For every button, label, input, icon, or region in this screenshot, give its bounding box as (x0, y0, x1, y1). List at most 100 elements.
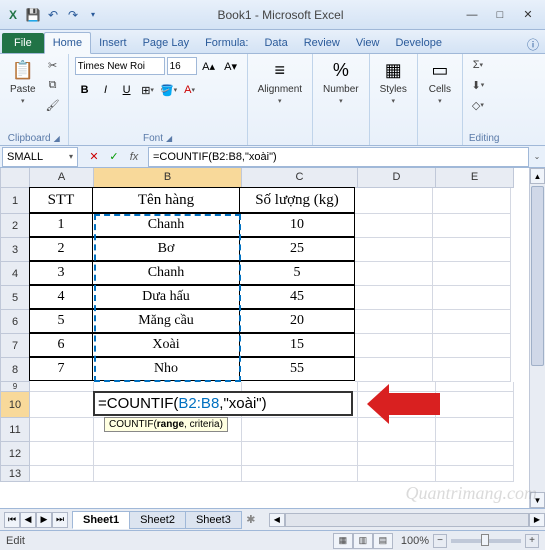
fill-button[interactable]: ⬇▾ (469, 76, 487, 94)
zoom-out-button[interactable]: − (433, 534, 447, 548)
autosum-button[interactable]: Σ▾ (469, 56, 487, 74)
horizontal-scrollbar[interactable]: ◀ ▶ (269, 513, 545, 527)
formula-input[interactable]: =COUNTIF(B2:B8,"xoài") (148, 147, 529, 167)
sheet-tab-1[interactable]: Sheet1 (72, 511, 130, 529)
cells-button[interactable]: ▭ Cells ▾ (424, 56, 456, 107)
cell[interactable]: 55 (239, 357, 355, 381)
border-button[interactable]: ⊞▾ (138, 80, 158, 100)
help-icon[interactable]: ⓘ (527, 36, 539, 53)
cell[interactable]: Chanh (92, 261, 240, 285)
save-icon[interactable]: 💾 (24, 6, 42, 24)
alignment-button[interactable]: ≡ Alignment ▾ (254, 56, 306, 107)
col-header-e[interactable]: E (436, 168, 514, 188)
cell[interactable] (242, 418, 358, 442)
sheet-tab-2[interactable]: Sheet2 (129, 511, 186, 529)
decrease-font-button[interactable]: A▾ (221, 56, 241, 76)
cell[interactable]: Măng cầu (92, 309, 240, 333)
cell[interactable] (30, 392, 94, 418)
insert-function-button[interactable]: fx (124, 148, 144, 166)
cell[interactable]: 25 (239, 237, 355, 261)
page-break-view-button[interactable]: ▤ (373, 533, 393, 549)
cell[interactable] (433, 188, 511, 214)
scroll-down-button[interactable]: ▼ (530, 492, 545, 508)
styles-button[interactable]: ▦ Styles ▾ (376, 56, 411, 107)
scroll-thumb[interactable] (531, 186, 544, 366)
cell[interactable] (355, 262, 433, 286)
sheet-tab-3[interactable]: Sheet3 (185, 511, 242, 529)
undo-icon[interactable]: ↶ (44, 6, 62, 24)
cell[interactable]: 45 (239, 285, 355, 309)
row-header[interactable]: 13 (0, 466, 30, 482)
cell[interactable]: 10 (239, 213, 355, 237)
number-format-button[interactable]: % Number ▾ (319, 56, 363, 107)
cell[interactable] (30, 418, 94, 442)
new-sheet-button[interactable]: ✱ (241, 513, 261, 526)
sheet-next-button[interactable]: ▶ (36, 512, 52, 528)
cell[interactable] (30, 442, 94, 466)
cell[interactable]: 2 (29, 237, 93, 261)
cell[interactable]: 5 (29, 309, 93, 333)
tab-view[interactable]: View (348, 33, 388, 53)
cell[interactable] (30, 466, 94, 482)
spreadsheet-grid[interactable]: A B C D E 1 STT Tên hàng Số lượng (kg) 2… (0, 168, 545, 482)
col-header-a[interactable]: A (30, 168, 94, 188)
formula-enter-button[interactable]: ✓ (104, 148, 124, 166)
cell[interactable] (355, 188, 433, 214)
row-header[interactable]: 4 (0, 262, 30, 286)
cell[interactable]: 4 (29, 285, 93, 309)
cell[interactable] (242, 466, 358, 482)
cell[interactable] (433, 262, 511, 286)
tab-review[interactable]: Review (296, 33, 348, 53)
cell[interactable] (358, 466, 436, 482)
page-layout-view-button[interactable]: ▥ (353, 533, 373, 549)
row-header[interactable]: 6 (0, 310, 30, 334)
cell[interactable] (355, 238, 433, 262)
maximize-button[interactable]: □ (487, 5, 513, 25)
cell[interactable]: 5 (239, 261, 355, 285)
scroll-right-button[interactable]: ▶ (529, 513, 545, 527)
cell[interactable]: Nho (92, 357, 240, 381)
redo-icon[interactable]: ↷ (64, 6, 82, 24)
cell[interactable] (436, 418, 514, 442)
vertical-scrollbar[interactable]: ▲ ▼ (529, 168, 545, 508)
col-header-c[interactable]: C (242, 168, 358, 188)
tab-home[interactable]: Home (44, 32, 91, 54)
increase-font-button[interactable]: A▴ (199, 56, 219, 76)
row-header[interactable]: 10 (0, 392, 30, 418)
row-header[interactable]: 1 (0, 188, 30, 214)
close-button[interactable]: ✕ (515, 5, 541, 25)
cell[interactable] (436, 442, 514, 466)
underline-button[interactable]: U (117, 80, 137, 100)
cell[interactable] (436, 466, 514, 482)
sheet-first-button[interactable]: ⏮ (4, 512, 20, 528)
cell[interactable] (433, 310, 511, 334)
format-painter-button[interactable]: 🖌 (44, 96, 62, 114)
row-header[interactable]: 5 (0, 286, 30, 310)
name-box[interactable]: SMALL ▾ (2, 147, 78, 167)
row-header[interactable]: 2 (0, 214, 30, 238)
cell[interactable] (433, 358, 511, 382)
cell[interactable] (433, 238, 511, 262)
cell[interactable] (436, 382, 514, 392)
row-header[interactable]: 9 (0, 382, 30, 392)
sheet-last-button[interactable]: ⏭ (52, 512, 68, 528)
cell[interactable] (30, 382, 94, 392)
cell[interactable]: 1 (29, 213, 93, 237)
excel-icon[interactable]: X (4, 6, 22, 24)
cell[interactable] (355, 334, 433, 358)
zoom-thumb[interactable] (481, 534, 489, 546)
cell[interactable]: Số lượng (kg) (239, 187, 355, 213)
font-color-button[interactable]: A▾ (180, 80, 200, 100)
cell[interactable]: Bơ (92, 237, 240, 261)
tab-developer[interactable]: Develope (387, 33, 449, 53)
cell[interactable] (94, 466, 242, 482)
cell[interactable]: 7 (29, 357, 93, 381)
cell[interactable] (433, 334, 511, 358)
cell[interactable]: 15 (239, 333, 355, 357)
formula-cancel-button[interactable]: ✕ (84, 148, 104, 166)
cell[interactable] (94, 442, 242, 466)
cell[interactable]: Dưa hấu (92, 285, 240, 309)
cell[interactable]: Xoài (92, 333, 240, 357)
col-header-d[interactable]: D (358, 168, 436, 188)
fill-color-button[interactable]: 🪣▾ (159, 80, 179, 100)
